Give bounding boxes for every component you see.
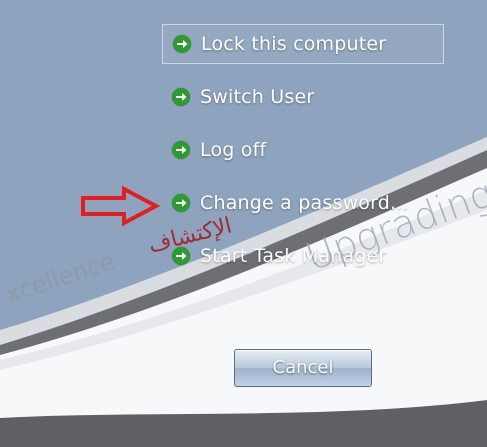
- red-annotation-arrow-icon: [81, 186, 160, 226]
- menu-item-change-password[interactable]: Change a password...: [162, 183, 444, 223]
- menu-item-log-off[interactable]: Log off: [162, 130, 444, 170]
- menu-item-label: Log off: [200, 139, 267, 161]
- menu-item-label: Change a password...: [200, 192, 409, 214]
- arrow-right-icon: [172, 141, 190, 159]
- menu-item-label: Lock this computer: [201, 33, 387, 55]
- cancel-button[interactable]: Cancel: [234, 349, 372, 387]
- menu-item-start-task-manager[interactable]: Start Task Manager: [162, 236, 444, 276]
- menu-item-switch-user[interactable]: Switch User: [162, 77, 444, 117]
- menu-item-label: Switch User: [200, 86, 315, 108]
- arrow-right-icon: [173, 35, 191, 53]
- menu-item-label: Start Task Manager: [200, 245, 387, 267]
- arrow-right-icon: [172, 88, 190, 106]
- arrow-right-icon: [172, 247, 190, 265]
- menu-item-lock-computer[interactable]: Lock this computer: [162, 24, 444, 64]
- arrow-right-icon: [172, 194, 190, 212]
